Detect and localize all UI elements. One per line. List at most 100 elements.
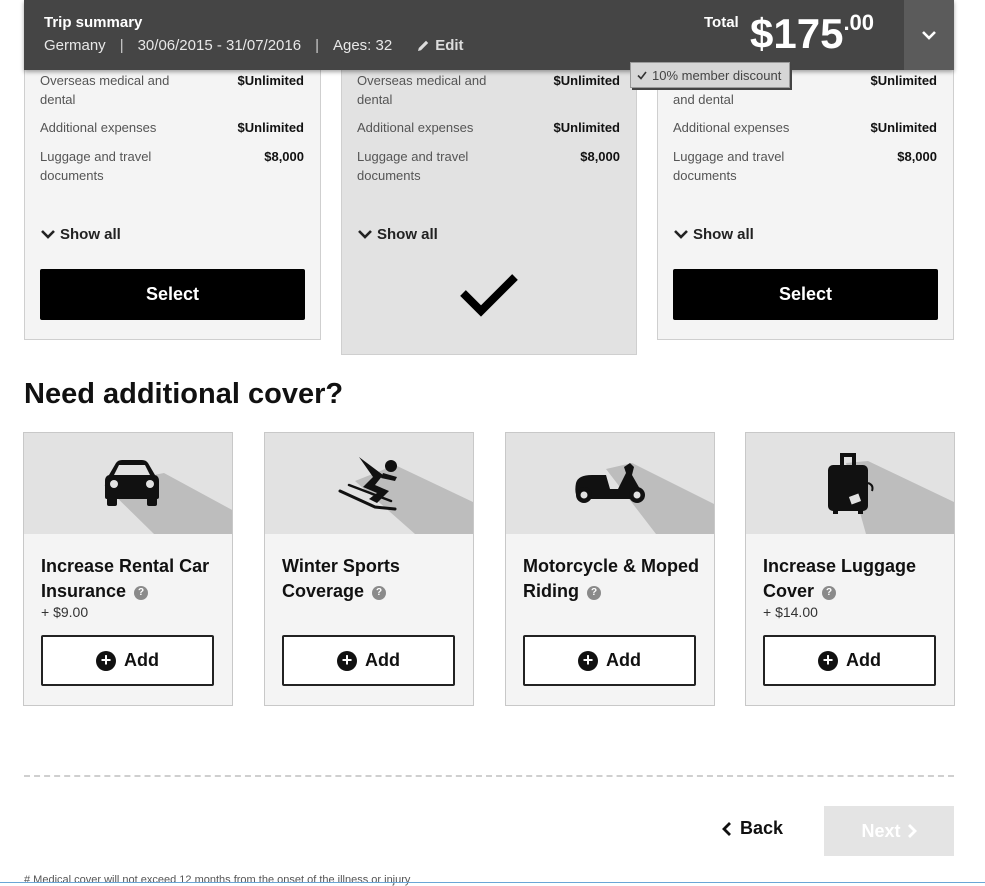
cover-name: Motorcycle & Moped Riding ? [523, 554, 703, 604]
discount-text: 10% member discount [652, 67, 782, 83]
trip-details: Germany | 30/06/2015 - 31/07/2016 | Ages… [44, 37, 464, 54]
benefit-row: Luggage and travel documents $8,000 [357, 147, 620, 187]
trip-dates: 30/06/2015 - 31/07/2016 [137, 37, 302, 54]
trip-summary-bar: Trip summary Germany | 30/06/2015 - 31/0… [24, 0, 954, 70]
info-icon[interactable]: ? [134, 586, 149, 600]
benefit-value: $8,000 [580, 149, 620, 164]
cover-name-text: Motorcycle & Moped Riding [523, 556, 700, 601]
benefit-label: and dental [673, 92, 734, 107]
total-price: $175 .00 [750, 8, 874, 60]
add-label: Add [846, 650, 881, 670]
info-icon[interactable]: ? [587, 586, 602, 600]
member-discount-badge: 10% member discount [630, 62, 791, 88]
cover-card-motorcycle: Motorcycle & Moped Riding ? + Add [505, 432, 715, 706]
total-label: Total [704, 14, 739, 31]
summary-title: Trip summary [44, 14, 143, 31]
cover-name: Winter Sports Coverage ? [282, 554, 462, 604]
benefit-value: $Unlimited [237, 120, 304, 135]
benefit-row: Overseas medical and dental $Unlimited [357, 71, 620, 111]
benefit-label: Overseas medical and dental [40, 73, 170, 107]
scooter-icon [575, 463, 645, 503]
benefit-row: Additional expenses $Unlimited [40, 118, 304, 138]
select-plan-button[interactable]: Select [673, 269, 938, 320]
plan-card-2-selected: Overseas medical and dental $Unlimited A… [341, 50, 637, 355]
price-dollars: $175 [750, 10, 844, 57]
car-icon [105, 460, 159, 506]
separator: | [315, 37, 319, 54]
add-cover-button[interactable]: + Add [763, 635, 936, 686]
add-label: Add [124, 650, 159, 670]
plan-card-1: Overseas medical and dental $Unlimited A… [24, 50, 321, 340]
skier-icon [338, 457, 397, 511]
benefit-row: Overseas medical and dental $Unlimited [40, 71, 304, 111]
chevron-left-icon [722, 821, 731, 836]
benefit-value: $Unlimited [553, 73, 620, 88]
price-cents: .00 [843, 10, 875, 35]
benefit-label: Luggage and travel documents [40, 149, 152, 183]
show-all-label: Show all [693, 226, 754, 243]
add-label: Add [365, 650, 400, 670]
cover-name-text: Increase Luggage Cover [763, 556, 917, 601]
benefit-value: $Unlimited [870, 73, 937, 88]
cover-illustration [506, 433, 714, 534]
expand-summary-button[interactable] [904, 0, 954, 70]
cover-illustration [24, 433, 232, 534]
benefit-value: $Unlimited [870, 120, 937, 135]
benefit-value: $8,000 [264, 149, 304, 164]
cover-card-rental-car: Increase Rental Car Insurance ? + $9.00 … [23, 432, 233, 706]
show-all-link[interactable]: Show all [358, 226, 438, 243]
benefit-label: Additional expenses [40, 120, 157, 135]
back-button[interactable]: Back [722, 818, 783, 839]
benefit-value: $Unlimited [237, 73, 304, 88]
add-cover-button[interactable]: + Add [523, 635, 696, 686]
plus-icon: + [578, 650, 598, 671]
cover-illustration [746, 433, 954, 534]
benefit-value: $Unlimited [553, 120, 620, 135]
cover-price: + $9.00 [41, 604, 89, 620]
add-cover-button[interactable]: + Add [282, 635, 455, 686]
checkmark-icon [460, 274, 518, 317]
add-label: Add [606, 650, 641, 670]
show-all-link[interactable]: Show all [41, 226, 121, 243]
show-all-label: Show all [377, 226, 438, 243]
next-label: Next [861, 820, 901, 841]
edit-label: Edit [435, 37, 464, 54]
benefit-row: Luggage and travel documents $8,000 [40, 147, 304, 187]
chevron-down-icon [358, 229, 372, 239]
plus-icon: + [337, 650, 357, 671]
show-all-link[interactable]: Show all [674, 226, 754, 243]
back-label: Back [740, 818, 784, 838]
info-icon[interactable]: ? [372, 586, 387, 600]
info-icon[interactable]: ? [822, 586, 837, 600]
show-all-label: Show all [60, 226, 121, 243]
cover-name: Increase Luggage Cover ? [763, 554, 943, 604]
check-icon [637, 71, 647, 80]
chevron-down-icon [41, 229, 55, 239]
destination: Germany [44, 37, 106, 54]
benefit-row: Luggage and travel documents $8,000 [673, 147, 937, 187]
section-divider [24, 775, 954, 777]
page-bottom-rule [0, 882, 985, 883]
benefit-label: Additional expenses [357, 120, 474, 135]
benefit-label: Overseas medical and dental [357, 73, 487, 107]
cover-illustration [265, 433, 473, 534]
benefit-row: Additional expenses $Unlimited [673, 118, 937, 138]
luggage-icon [828, 453, 874, 514]
plus-icon: + [818, 650, 838, 671]
select-plan-button[interactable]: Select [40, 269, 305, 320]
chevron-down-icon [922, 31, 936, 40]
separator: | [119, 37, 124, 54]
cover-card-winter-sports: Winter Sports Coverage ? + Add [264, 432, 474, 706]
benefit-label: Luggage and travel documents [673, 149, 785, 183]
chevron-down-icon [674, 229, 688, 239]
edit-trip-link[interactable]: Edit [416, 37, 464, 54]
cover-card-luggage: Increase Luggage Cover ? + $14.00 + Add [745, 432, 955, 706]
next-button[interactable]: Next [824, 806, 954, 856]
pencil-icon [418, 40, 429, 51]
add-cover-button[interactable]: + Add [41, 635, 214, 686]
cover-name-text: Increase Rental Car Insurance [41, 556, 210, 601]
benefit-label: Luggage and travel documents [357, 149, 469, 183]
benefit-label: Additional expenses [673, 120, 790, 135]
chevron-right-icon [907, 824, 917, 838]
benefit-value: $8,000 [897, 149, 937, 164]
